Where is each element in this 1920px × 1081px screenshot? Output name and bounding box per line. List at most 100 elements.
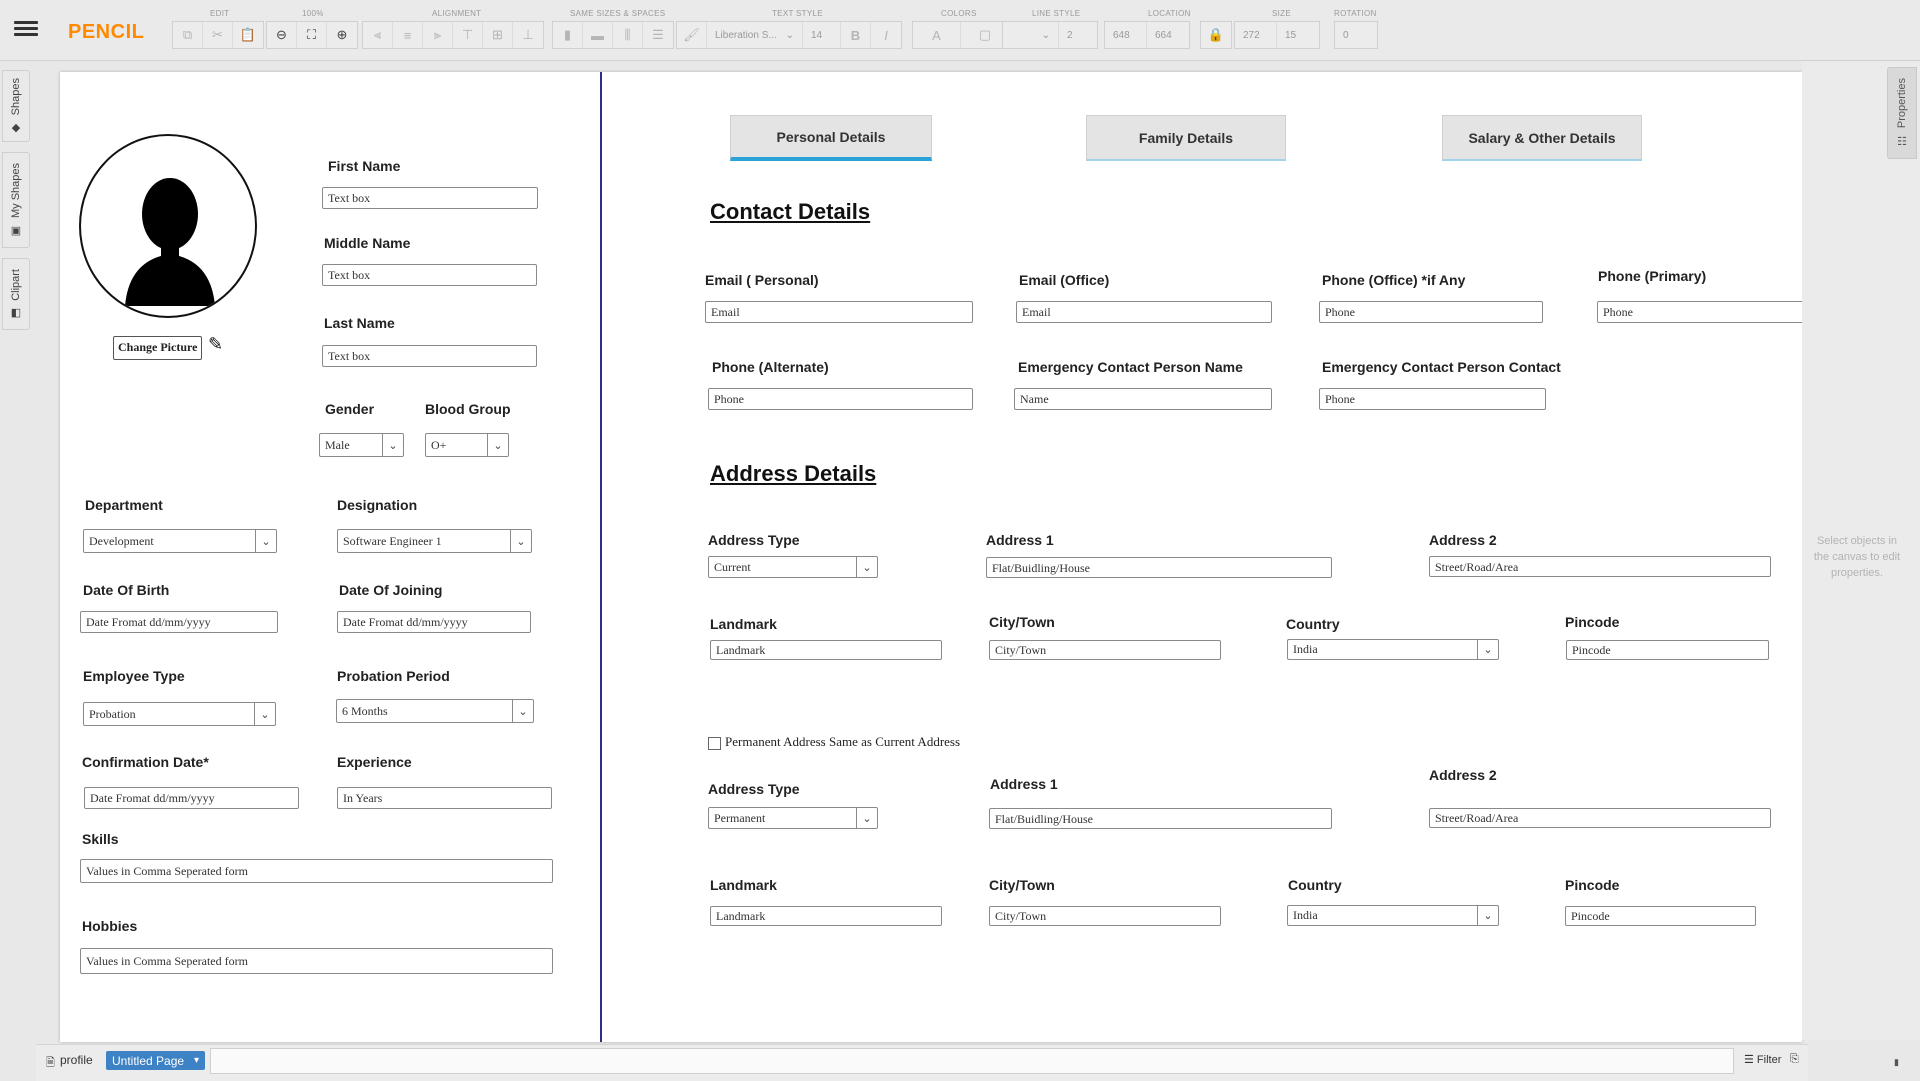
lock-icon[interactable]: 🔒 <box>1201 22 1231 48</box>
size-height-field[interactable]: 15 <box>1277 22 1319 48</box>
department-select[interactable]: Development ⌄ <box>83 529 277 553</box>
text-color-icon[interactable]: A <box>913 22 961 48</box>
same-height-icon[interactable]: ▬ <box>583 22 613 48</box>
email-personal-input[interactable]: Email <box>705 301 973 323</box>
space-vertical-icon[interactable]: ☰ <box>643 22 673 48</box>
permanent-landmark-input[interactable]: Landmark <box>710 906 942 926</box>
change-picture-button[interactable]: Change Picture <box>113 336 203 360</box>
hobbies-label: Hobbies <box>82 918 138 934</box>
bold-icon[interactable]: B <box>841 22 871 48</box>
hamburger-menu-icon[interactable] <box>14 18 38 42</box>
same-address-checkbox[interactable] <box>708 737 721 750</box>
zoom-in-icon[interactable]: ⊕ <box>327 22 357 48</box>
line-style-select[interactable]: ⌄ <box>1003 22 1059 48</box>
font-family-select[interactable]: Liberation S... ⌄ <box>707 22 803 48</box>
align-top-icon[interactable]: ⊤ <box>453 22 483 48</box>
my-shapes-tab[interactable]: My Shapes ▣ <box>2 152 30 248</box>
profile-picture[interactable] <box>79 134 257 318</box>
chevron-down-icon: ⌄ <box>856 808 877 828</box>
location-y-field[interactable]: 664 <box>1147 22 1189 48</box>
filter-button[interactable]: ☰ Filter <box>1744 1053 1781 1066</box>
experience-input[interactable]: In Years <box>337 787 552 809</box>
permanent-address1-label: Address 1 <box>990 776 1058 792</box>
designation-label: Designation <box>337 497 418 513</box>
align-middle-icon[interactable]: ⊞ <box>483 22 513 48</box>
location-x-field[interactable]: 648 <box>1105 22 1147 48</box>
italic-icon[interactable]: I <box>871 22 901 48</box>
same-sizes-group: ▮ ▬ ⫼ ☰ <box>552 21 674 49</box>
align-left-icon[interactable]: ⫷ <box>363 22 393 48</box>
tab-family-details[interactable]: Family Details <box>1086 115 1286 161</box>
phone-alternate-input[interactable]: Phone <box>708 388 973 410</box>
same-width-icon[interactable]: ▮ <box>553 22 583 48</box>
copy-icon[interactable]: ⧉ <box>173 22 203 48</box>
confirmation-date-input[interactable]: Date Fromat dd/mm/yyyy <box>84 787 299 809</box>
size-width-field[interactable]: 272 <box>1235 22 1277 48</box>
align-bottom-icon[interactable]: ⊥ <box>513 22 543 48</box>
blood-group-select[interactable]: O+ ⌄ <box>425 433 509 457</box>
current-country-select[interactable]: India ⌄ <box>1287 639 1499 660</box>
skills-input[interactable]: Values in Comma Seperated form <box>80 859 553 883</box>
toolbar: PENCIL EDIT 100% ALIGNMENT SAME SIZES & … <box>0 0 1920 61</box>
permanent-pincode-input[interactable]: Pincode <box>1565 906 1756 926</box>
tab-personal-details[interactable]: Personal Details <box>730 115 932 161</box>
current-address1-input[interactable]: Flat/Buidling/House <box>986 557 1332 578</box>
fit-screen-icon[interactable]: ⛶ <box>297 22 327 48</box>
cut-icon[interactable]: ✂ <box>203 22 233 48</box>
permanent-address-type-select[interactable]: Permanent ⌄ <box>708 807 878 829</box>
zoom-out-icon[interactable]: ⊖ <box>267 22 297 48</box>
chevron-down-icon[interactable]: ▾ <box>194 1055 199 1066</box>
dob-input[interactable]: Date Fromat dd/mm/yyyy <box>80 611 278 633</box>
probation-period-select[interactable]: 6 Months ⌄ <box>336 699 534 723</box>
space-horizontal-icon[interactable]: ⫼ <box>613 22 643 48</box>
chevron-down-icon: ⌄ <box>1041 29 1050 41</box>
phone-primary-input[interactable]: Phone <box>1597 301 1802 323</box>
designation-select[interactable]: Software Engineer 1 ⌄ <box>337 529 532 553</box>
clipart-tab[interactable]: Clipart ◧ <box>2 258 30 330</box>
last-name-input[interactable]: Text box <box>322 345 537 367</box>
line-width-field[interactable]: 2 <box>1059 22 1097 48</box>
drawing-canvas[interactable]: Change Picture ✎ First Name Text box Mid… <box>60 72 1802 1042</box>
rotation-field[interactable]: 0 <box>1335 22 1377 48</box>
permanent-city-input[interactable]: City/Town <box>989 906 1221 926</box>
emergency-name-input[interactable]: Name <box>1014 388 1272 410</box>
properties-tab[interactable]: Properties ☷ <box>1887 67 1917 159</box>
format-painter-icon[interactable]: 🖌 <box>677 22 707 48</box>
phone-primary-label: Phone (Primary) <box>1598 268 1707 284</box>
current-landmark-input[interactable]: Landmark <box>710 640 942 660</box>
tab-salary-other-details[interactable]: Salary & Other Details <box>1442 115 1642 161</box>
page-tab[interactable]: Untitled Page ▾ <box>106 1051 206 1070</box>
current-pincode-label: Pincode <box>1565 614 1620 630</box>
location-group: 648 664 <box>1104 21 1190 49</box>
employee-type-select[interactable]: Probation ⌄ <box>83 702 276 726</box>
align-right-icon[interactable]: ⫸ <box>423 22 453 48</box>
current-city-input[interactable]: City/Town <box>989 640 1221 660</box>
phone-office-input[interactable]: Phone <box>1319 301 1543 323</box>
shapes-tab[interactable]: Shapes ◆ <box>2 70 30 142</box>
emergency-name-label: Emergency Contact Person Name <box>1018 359 1243 375</box>
document-name[interactable]: profile <box>60 1053 93 1067</box>
permanent-country-select[interactable]: India ⌄ <box>1287 905 1499 926</box>
font-size-field[interactable]: 14 <box>803 22 841 48</box>
middle-name-input[interactable]: Text box <box>322 264 537 286</box>
current-address2-input[interactable]: Street/Road/Area <box>1429 556 1771 577</box>
same-address-checkbox-label: Permanent Address Same as Current Addres… <box>725 734 961 749</box>
align-center-icon[interactable]: ≡ <box>393 22 423 48</box>
permanent-address2-input[interactable]: Street/Road/Area <box>1429 808 1771 828</box>
current-pincode-input[interactable]: Pincode <box>1566 640 1769 660</box>
emergency-contact-label: Emergency Contact Person Contact <box>1322 359 1561 375</box>
email-office-input[interactable]: Email <box>1016 301 1272 323</box>
hobbies-input[interactable]: Values in Comma Seperated form <box>80 948 553 974</box>
collapse-icon[interactable]: ▮ <box>1894 1057 1899 1068</box>
edit-pencil-icon[interactable]: ✎ <box>208 334 223 355</box>
export-icon[interactable]: ⎘ <box>1790 1053 1799 1066</box>
permanent-address1-input[interactable]: Flat/Buidling/House <box>989 808 1332 829</box>
emergency-contact-input[interactable]: Phone <box>1319 388 1546 410</box>
paste-icon[interactable]: 📋 <box>233 22 263 48</box>
doj-input[interactable]: Date Fromat dd/mm/yyyy <box>337 611 531 633</box>
current-address-type-select[interactable]: Current ⌄ <box>708 556 878 578</box>
page-tab-label: Untitled Page <box>112 1053 185 1068</box>
department-label: Department <box>85 497 163 513</box>
first-name-input[interactable]: Text box <box>322 187 538 209</box>
gender-select[interactable]: Male ⌄ <box>319 433 404 457</box>
